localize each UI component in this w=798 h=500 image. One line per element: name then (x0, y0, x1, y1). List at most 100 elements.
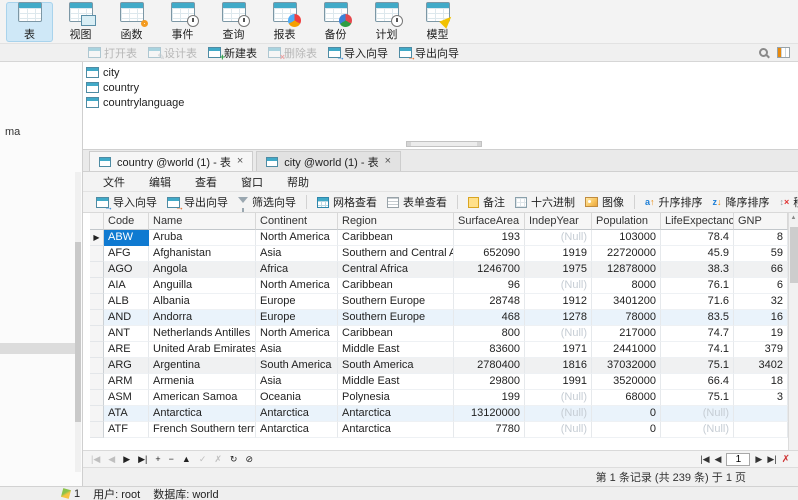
grid-cell[interactable]: 37032000 (592, 358, 661, 374)
menu-item-1[interactable]: 编辑 (137, 172, 183, 192)
last-page-button[interactable]: ▶| (767, 454, 776, 465)
grid-cell[interactable]: 75.1 (661, 390, 734, 406)
grid-cell[interactable]: 0 (592, 406, 661, 422)
grid-cell[interactable]: Asia (256, 246, 338, 262)
view-toolbar-memo[interactable]: 备注 (463, 192, 510, 212)
grid-cell[interactable]: Asia (256, 374, 338, 390)
grid-cell[interactable]: 96 (454, 278, 525, 294)
grid-cell[interactable]: Afghanistan (149, 246, 256, 262)
main-toolbar-button-event[interactable]: 事件 (159, 2, 206, 42)
grid-cell[interactable]: 18 (734, 374, 788, 390)
next-record-button[interactable]: ▶ (123, 455, 130, 464)
row-selector[interactable] (90, 406, 104, 422)
grid-cell[interactable]: ASM (104, 390, 149, 406)
grid-cell[interactable]: North America (256, 230, 338, 246)
grid-cell[interactable]: Andorra (149, 310, 256, 326)
grid-cell[interactable]: 7780 (454, 422, 525, 438)
grid-cell[interactable]: 66 (734, 262, 788, 278)
row-selector[interactable] (90, 262, 104, 278)
grid-cell[interactable]: Antarctica (338, 406, 454, 422)
grid-cell[interactable]: United Arab Emirates (149, 342, 256, 358)
grid-cell[interactable]: 2441000 (592, 342, 661, 358)
sidebar-scrollbar-thumb[interactable] (75, 242, 81, 422)
grid-cell[interactable]: Antarctica (256, 406, 338, 422)
grid-cell[interactable]: 76.1 (661, 278, 734, 294)
grid-cell[interactable]: Central Africa (338, 262, 454, 278)
column-header-name[interactable]: Name (149, 213, 256, 230)
menu-item-2[interactable]: 查看 (183, 172, 229, 192)
grid-cell[interactable]: ARM (104, 374, 149, 390)
grid-cell[interactable]: 38.3 (661, 262, 734, 278)
grid-cell[interactable]: 103000 (592, 230, 661, 246)
grid-cell[interactable]: ATF (104, 422, 149, 438)
grid-cell[interactable]: 193 (454, 230, 525, 246)
grid-cell[interactable]: 3520000 (592, 374, 661, 390)
row-selector[interactable] (90, 342, 104, 358)
first-page-button[interactable]: |◀ (700, 454, 709, 465)
grid-cell[interactable]: 468 (454, 310, 525, 326)
grid-cell[interactable]: 78000 (592, 310, 661, 326)
grid-cell[interactable]: 6 (734, 278, 788, 294)
main-toolbar-button-backup[interactable]: 备份 (312, 2, 359, 42)
grid-cell[interactable]: North America (256, 326, 338, 342)
grid-cell[interactable]: ABW (104, 230, 149, 246)
grid-cell[interactable]: ATA (104, 406, 149, 422)
main-toolbar-button-function[interactable]: 函数 (108, 2, 155, 42)
grid-cell[interactable]: 13120000 (454, 406, 525, 422)
column-header-region[interactable]: Region (338, 213, 454, 230)
grid-cell[interactable]: Antarctica (256, 422, 338, 438)
grid-cell[interactable]: 1975 (525, 262, 592, 278)
grid-cell[interactable]: Polynesia (338, 390, 454, 406)
row-selector[interactable] (90, 310, 104, 326)
view-toolbar-grid-view[interactable]: 网格查看 (312, 192, 382, 212)
grid-cell[interactable]: 652090 (454, 246, 525, 262)
tab-country[interactable]: country @world (1) - 表× (89, 151, 253, 171)
grid-cell[interactable]: Armenia (149, 374, 256, 390)
grid-cell[interactable]: 74.1 (661, 342, 734, 358)
column-header-surfacearea[interactable]: SurfaceArea (454, 213, 525, 230)
stop-button[interactable]: ⊘ (245, 455, 253, 464)
object-list-item-city[interactable]: city (86, 65, 798, 80)
grid-cell[interactable]: 1278 (525, 310, 592, 326)
grid-cell[interactable]: 66.4 (661, 374, 734, 390)
grid-cell[interactable]: Asia (256, 342, 338, 358)
grid-cell[interactable]: 3 (734, 390, 788, 406)
grid-cell[interactable]: 71.6 (661, 294, 734, 310)
object-toolbar-export-wizard[interactable]: →导出向导 (399, 45, 459, 61)
grid-cell[interactable]: 1816 (525, 358, 592, 374)
main-toolbar-button-schedule[interactable]: 计划 (363, 2, 410, 42)
row-selector[interactable] (90, 326, 104, 342)
grid-cell[interactable]: Southern Europe (338, 294, 454, 310)
grid-cell[interactable]: Southern Europe (338, 310, 454, 326)
grid-cell[interactable]: 22720000 (592, 246, 661, 262)
grid-cell[interactable]: 19 (734, 326, 788, 342)
grid-cell[interactable]: 1919 (525, 246, 592, 262)
grid-cell[interactable]: 75.1 (661, 358, 734, 374)
main-toolbar-button-model[interactable]: 模型 (414, 2, 461, 42)
grid-cell[interactable]: 8 (734, 230, 788, 246)
grid-cell[interactable]: 83600 (454, 342, 525, 358)
grid-cell[interactable]: 800 (454, 326, 525, 342)
grid-corner[interactable] (90, 213, 104, 230)
row-selector[interactable] (90, 294, 104, 310)
tab-close-icon[interactable]: × (385, 156, 391, 167)
grid-cell[interactable]: 1246700 (454, 262, 525, 278)
view-toolbar-import-wizard[interactable]: →导入向导 (91, 192, 162, 212)
page-number-input[interactable] (726, 453, 750, 466)
column-header-code[interactable]: Code (104, 213, 149, 230)
column-header-gnp[interactable]: GNP (734, 213, 788, 230)
grid-cell[interactable]: Antarctica (338, 422, 454, 438)
menu-item-4[interactable]: 帮助 (275, 172, 321, 192)
grid-cell[interactable]: North America (256, 278, 338, 294)
main-toolbar-button-report[interactable]: 报表 (261, 2, 308, 42)
grid-cell[interactable]: 32 (734, 294, 788, 310)
row-selector[interactable] (90, 422, 104, 438)
grid-cell[interactable]: Caribbean (338, 278, 454, 294)
grid-cell[interactable]: American Samoa (149, 390, 256, 406)
grid-cell[interactable]: Oceania (256, 390, 338, 406)
grid-vscrollbar-thumb[interactable] (790, 227, 798, 283)
grid-cell[interactable]: 28748 (454, 294, 525, 310)
grid-cell[interactable]: ANT (104, 326, 149, 342)
row-selector[interactable] (90, 374, 104, 390)
grid-cell[interactable]: 8000 (592, 278, 661, 294)
